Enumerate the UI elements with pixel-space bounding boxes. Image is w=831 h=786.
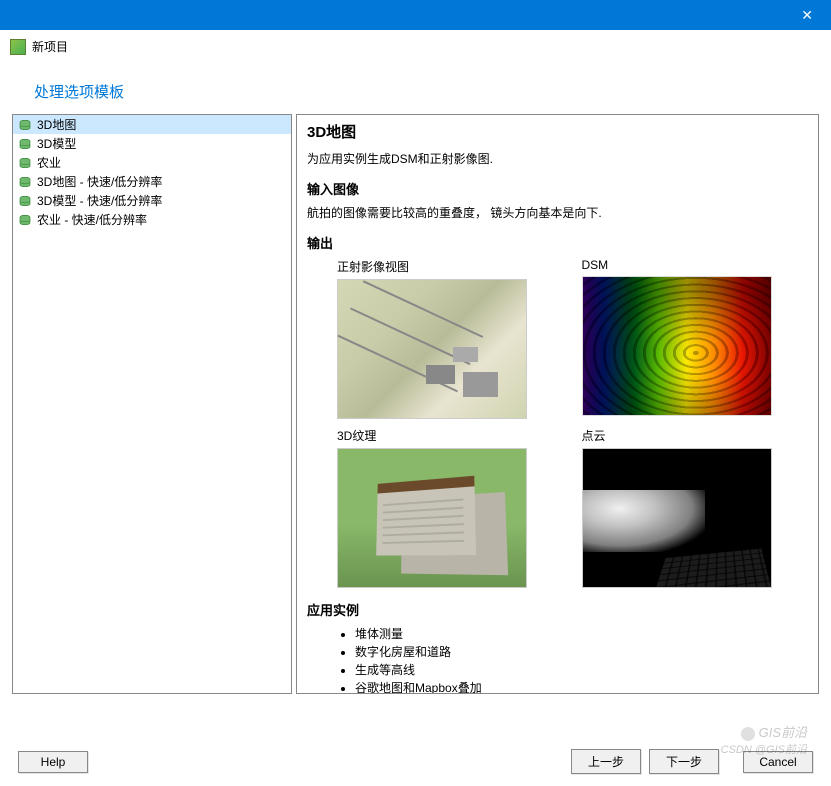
- template-list[interactable]: 3D地图 3D模型农业 3D地图 - 快速/低分辨率 3D模型 - 快速/低分辨率农业…: [12, 114, 292, 694]
- output-thumbnail-ortho: [337, 279, 527, 419]
- example-item: 堆体测量: [355, 625, 808, 643]
- button-bar: Help 上一步 下一步 Cancel: [0, 749, 831, 774]
- main-area: 3D地图 3D模型农业 3D地图 - 快速/低分辨率 3D模型 - 快速/低分辨率农业…: [0, 114, 831, 694]
- output-thumbnail-dsm: [582, 276, 772, 416]
- back-button[interactable]: 上一步: [571, 749, 641, 774]
- example-item: 生成等高线: [355, 661, 808, 679]
- database-icon: [19, 139, 31, 149]
- output-item: 3D纹理: [337, 427, 564, 588]
- cancel-button[interactable]: Cancel: [743, 751, 813, 773]
- output-label: DSM: [582, 258, 809, 272]
- output-heading: 输出: [307, 233, 808, 252]
- template-item-label: 3D模型: [37, 135, 76, 152]
- watermark-line1: GIS前沿: [759, 725, 807, 740]
- output-grid: 正射影像视图 DSM 3D纹理 点云: [307, 258, 808, 588]
- output-label: 3D纹理: [337, 427, 564, 444]
- database-icon: [19, 120, 31, 130]
- example-item: 谷歌地图和Mapbox叠加: [355, 679, 808, 694]
- database-icon: [19, 177, 31, 187]
- help-button[interactable]: Help: [18, 751, 88, 773]
- close-icon[interactable]: ✕: [801, 7, 813, 24]
- database-icon: [19, 158, 31, 168]
- example-item: 数字化房屋和道路: [355, 643, 808, 661]
- output-thumbnail-pointcloud: [582, 448, 772, 588]
- template-item[interactable]: 3D地图 - 快速/低分辨率: [13, 172, 291, 191]
- template-item[interactable]: 3D地图: [13, 115, 291, 134]
- examples-list: 堆体测量数字化房屋和道路生成等高线谷歌地图和Mapbox叠加: [307, 625, 808, 694]
- template-item-label: 农业 - 快速/低分辨率: [37, 211, 147, 228]
- window-title: 新项目: [32, 38, 68, 55]
- input-description: 航拍的图像需要比较高的重叠度， 镜头方向基本是向下.: [307, 204, 808, 221]
- detail-title: 3D地图: [307, 121, 808, 142]
- template-item-label: 3D地图 - 快速/低分辨率: [37, 173, 162, 190]
- titlebar: ✕: [0, 0, 831, 30]
- template-item-label: 3D模型 - 快速/低分辨率: [37, 192, 162, 209]
- app-icon: [10, 39, 26, 55]
- window-header: 新项目: [0, 30, 831, 61]
- input-heading: 输入图像: [307, 179, 808, 198]
- output-item: 正射影像视图: [337, 258, 564, 419]
- output-thumbnail-texture: [337, 448, 527, 588]
- template-item[interactable]: 3D模型 - 快速/低分辨率: [13, 191, 291, 210]
- template-item[interactable]: 农业: [13, 153, 291, 172]
- database-icon: [19, 215, 31, 225]
- template-item-label: 3D地图: [37, 116, 76, 133]
- database-icon: [19, 196, 31, 206]
- output-item: DSM: [582, 258, 809, 419]
- output-item: 点云: [582, 427, 809, 588]
- template-item-label: 农业: [37, 154, 61, 171]
- examples-heading: 应用实例: [307, 600, 808, 619]
- output-label: 正射影像视图: [337, 258, 564, 275]
- detail-panel: 3D地图 为应用实例生成DSM和正射影像图. 输入图像 航拍的图像需要比较高的重…: [296, 114, 819, 694]
- output-label: 点云: [582, 427, 809, 444]
- template-item[interactable]: 3D模型: [13, 134, 291, 153]
- wechat-icon: [741, 727, 755, 741]
- section-title: 处理选项模板: [0, 61, 831, 114]
- next-button[interactable]: 下一步: [649, 749, 719, 774]
- template-item[interactable]: 农业 - 快速/低分辨率: [13, 210, 291, 229]
- detail-description: 为应用实例生成DSM和正射影像图.: [307, 150, 808, 167]
